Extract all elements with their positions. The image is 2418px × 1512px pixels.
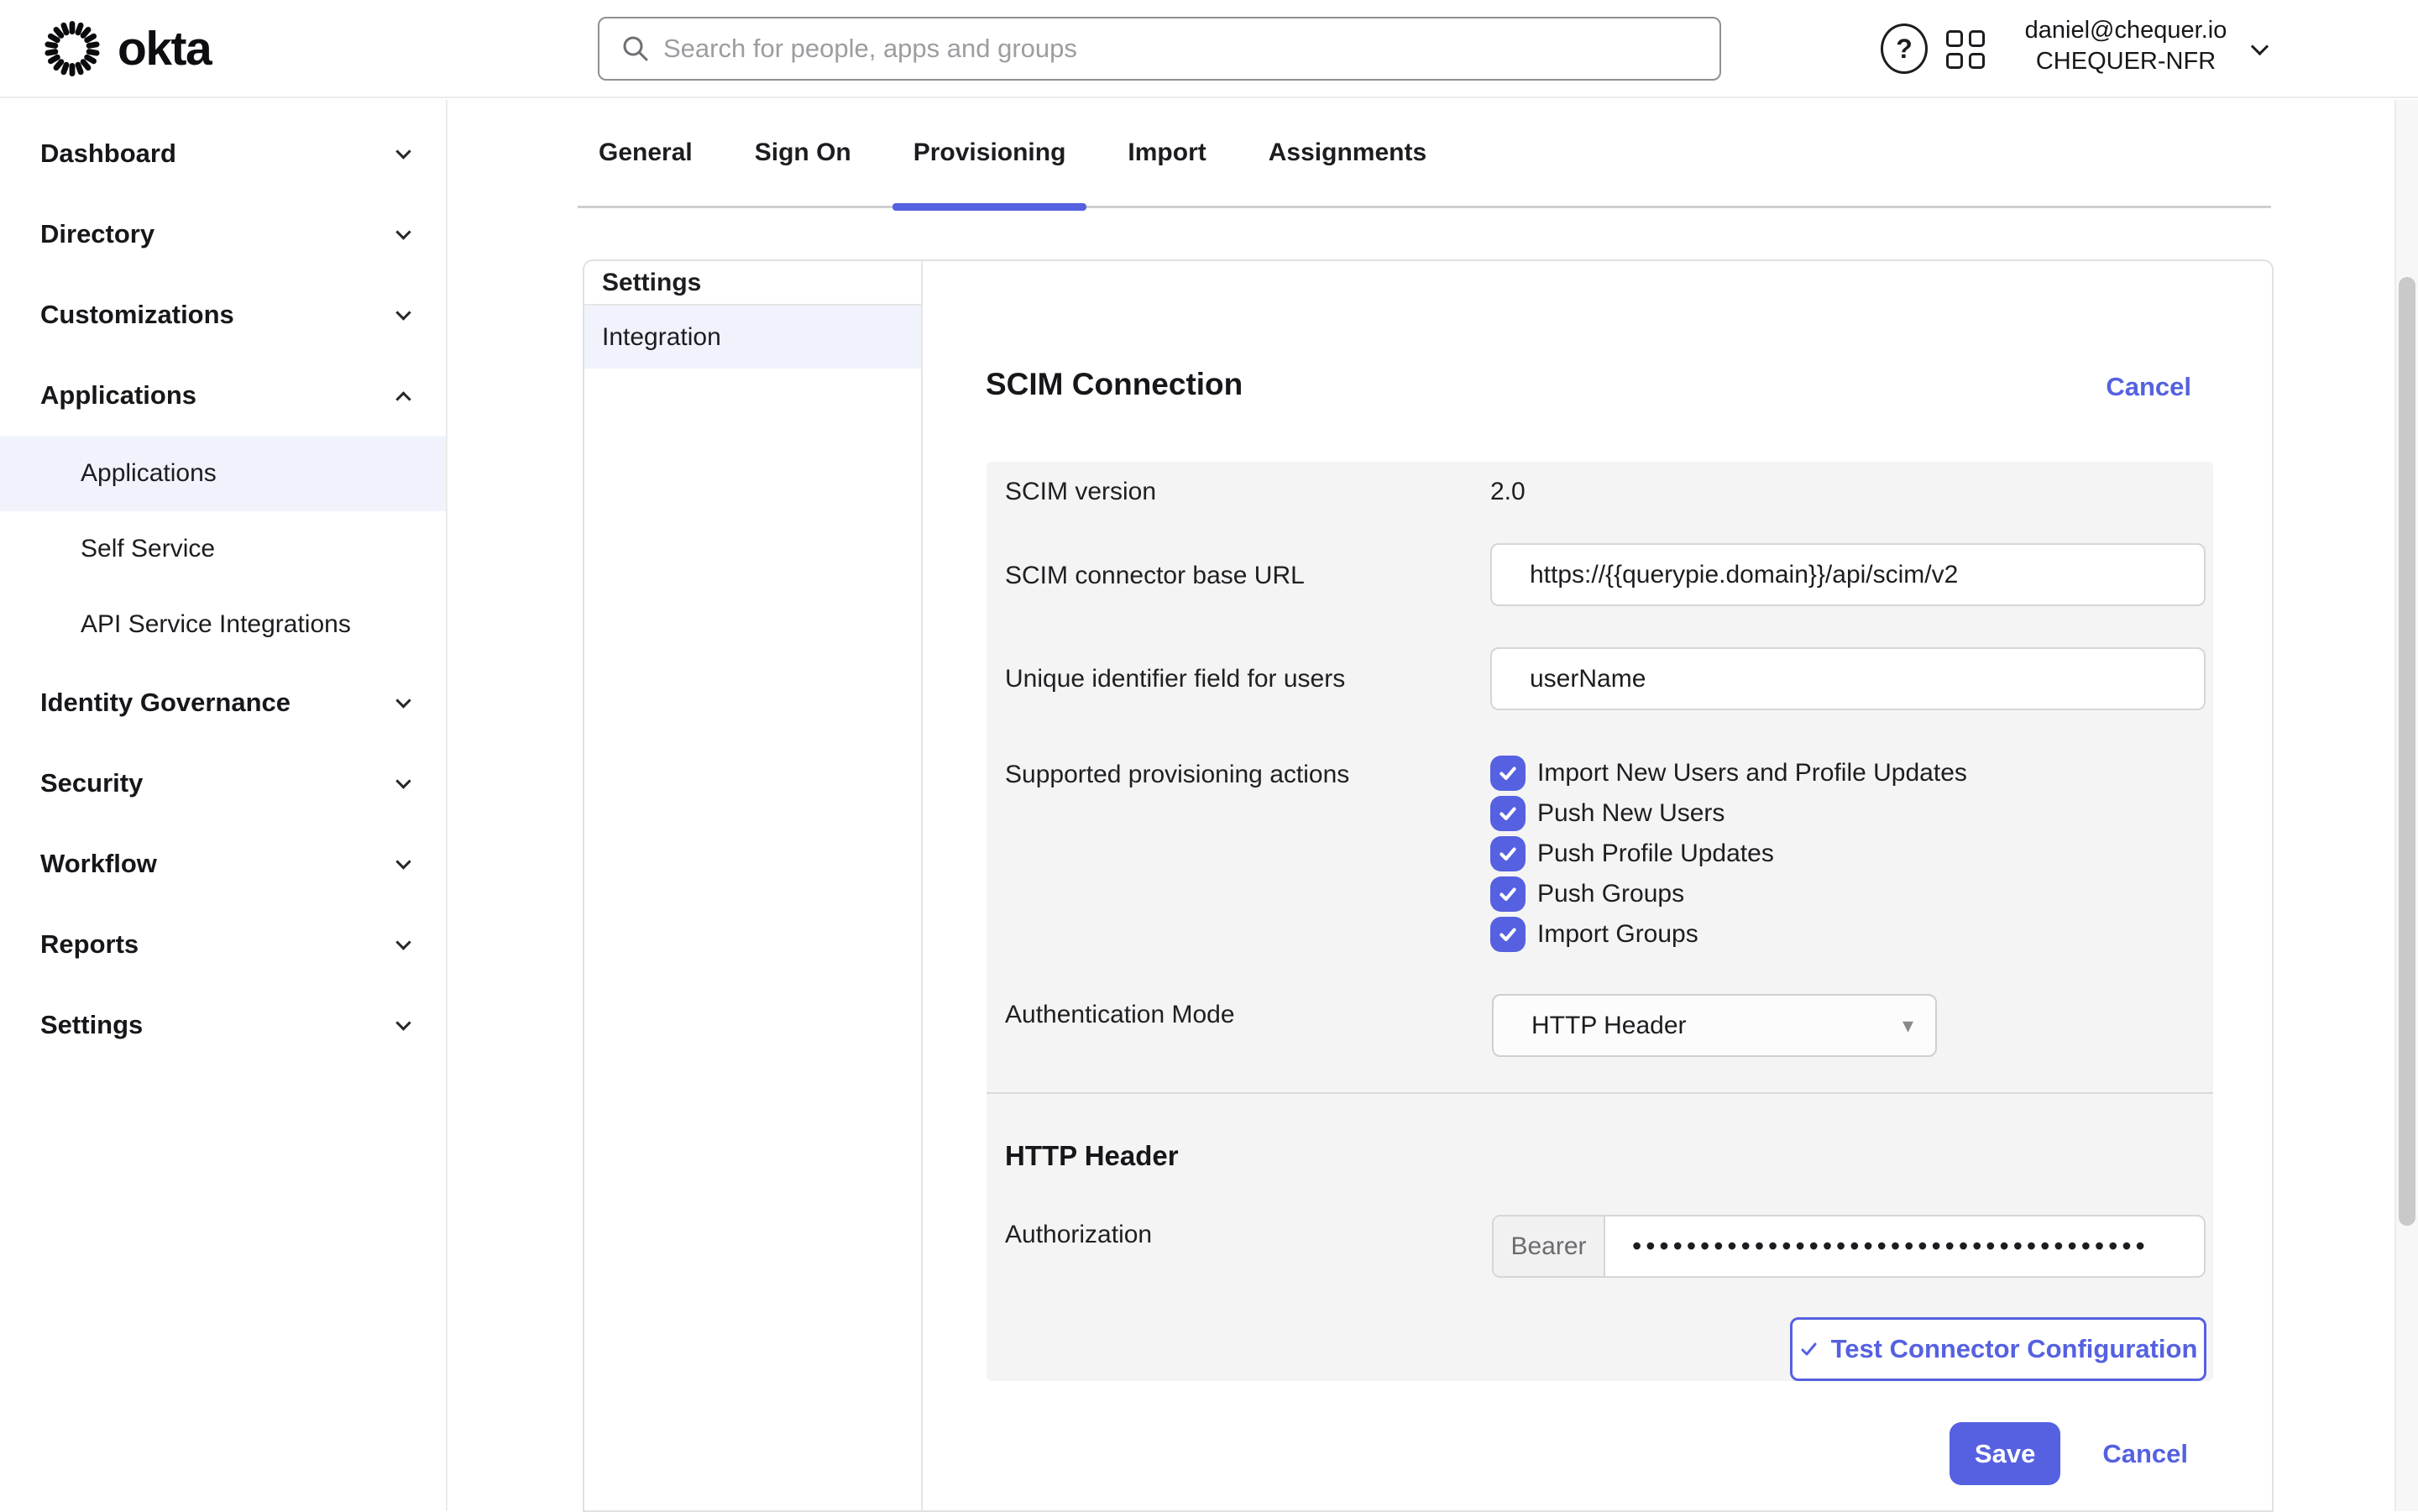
- cancel-link-top[interactable]: Cancel: [2106, 372, 2191, 402]
- search-input[interactable]: [663, 18, 1719, 79]
- okta-logo[interactable]: okta: [44, 20, 211, 77]
- form-body: SCIM version 2.0 SCIM connector base URL…: [987, 462, 2213, 1381]
- check-icon: [1497, 803, 1519, 824]
- base-url-input[interactable]: [1490, 543, 2206, 606]
- checkbox-row-push-groups: Push Groups: [1490, 876, 1684, 912]
- page-title: SCIM Connection: [986, 367, 1243, 402]
- chevron-down-icon: [395, 305, 411, 320]
- scrollbar-thumb[interactable]: [2399, 277, 2415, 1226]
- tab-sign-on[interactable]: Sign On: [734, 100, 872, 206]
- global-search[interactable]: [598, 17, 1721, 81]
- check-icon: [1497, 762, 1519, 784]
- sidebar-item-customizations[interactable]: Customizations: [0, 275, 446, 355]
- section-divider: [987, 1092, 2213, 1094]
- scim-version-label: SCIM version: [1005, 478, 1156, 506]
- auth-mode-label: Authentication Mode: [1005, 1001, 1235, 1029]
- chevron-up-icon: [395, 391, 411, 406]
- form-actions: Save Cancel: [1950, 1422, 2188, 1485]
- chevron-down-icon[interactable]: [2251, 38, 2269, 55]
- settings-panel-header: Settings: [584, 261, 921, 306]
- settings-side-panel: Settings Integration: [584, 261, 923, 1510]
- auth-mode-select[interactable]: HTTP Header ▾: [1492, 994, 1937, 1057]
- test-connector-configuration-button[interactable]: Test Connector Configuration: [1790, 1317, 2206, 1381]
- tab-provisioning[interactable]: Provisioning: [892, 100, 1087, 206]
- okta-logo-text: okta: [118, 21, 211, 76]
- sidebar-subitem-self-service[interactable]: Self Service: [0, 511, 446, 587]
- user-email: daniel@chequer.io: [2013, 15, 2238, 46]
- settings-panel-item-integration[interactable]: Integration: [584, 306, 921, 369]
- checkbox-row-import-groups: Import Groups: [1490, 917, 1698, 952]
- http-header-heading: HTTP Header: [1005, 1140, 1179, 1172]
- checkbox-row-push-profile-updates: Push Profile Updates: [1490, 836, 1774, 871]
- authorization-token-input[interactable]: [1605, 1216, 2204, 1276]
- checkbox-checked[interactable]: [1490, 756, 1526, 791]
- sidebar-item-reports[interactable]: Reports: [0, 904, 446, 985]
- cancel-link-bottom[interactable]: Cancel: [2102, 1439, 2188, 1469]
- sidebar-subitem-api-service-integrations[interactable]: API Service Integrations: [0, 587, 446, 662]
- save-button[interactable]: Save: [1950, 1422, 2060, 1485]
- apps-grid-icon[interactable]: [1946, 30, 1985, 69]
- search-icon: [621, 34, 650, 63]
- chevron-down-icon: [395, 224, 411, 239]
- base-url-label: SCIM connector base URL: [1005, 562, 1305, 590]
- check-icon: [1497, 883, 1519, 905]
- help-icon[interactable]: ?: [1881, 24, 1928, 74]
- authorization-label: Authorization: [1005, 1221, 1152, 1249]
- checkbox-row-push-new-users: Push New Users: [1490, 796, 1725, 831]
- sidebar-item-directory[interactable]: Directory: [0, 194, 446, 275]
- sidebar-item-dashboard[interactable]: Dashboard: [0, 113, 446, 194]
- checkbox-checked[interactable]: [1490, 796, 1526, 831]
- org-name: CHEQUER-NFR: [2013, 46, 2238, 77]
- chevron-down-icon: [395, 1015, 411, 1030]
- tab-general[interactable]: General: [578, 100, 714, 206]
- chevron-down-icon: [395, 934, 411, 950]
- tab-assignments[interactable]: Assignments: [1248, 100, 1447, 206]
- checkbox-checked[interactable]: [1490, 876, 1526, 912]
- chevron-down-icon: [395, 693, 411, 708]
- chevron-down-icon: [395, 773, 411, 788]
- check-icon: [1799, 1339, 1819, 1359]
- scim-connection-form: SCIM Connection Cancel SCIM version 2.0 …: [924, 261, 2272, 1510]
- check-icon: [1497, 923, 1519, 945]
- app-tabs: General Sign On Provisioning Import Assi…: [578, 100, 2271, 208]
- sidebar-item-workflow[interactable]: Workflow: [0, 824, 446, 904]
- provisioning-card: Settings Integration SCIM Connection Can…: [583, 259, 2274, 1512]
- okta-logo-icon: [44, 20, 101, 77]
- provisioning-actions-label: Supported provisioning actions: [1005, 761, 1349, 789]
- authorization-input-group: Bearer: [1492, 1215, 2206, 1278]
- checkbox-checked[interactable]: [1490, 917, 1526, 952]
- sidebar-item-applications[interactable]: Applications: [0, 355, 446, 436]
- sidebar: Dashboard Directory Customizations Appli…: [0, 100, 447, 1511]
- check-icon: [1497, 843, 1519, 865]
- chevron-down-icon: [395, 144, 411, 159]
- sidebar-item-security[interactable]: Security: [0, 743, 446, 824]
- account-menu[interactable]: daniel@chequer.io CHEQUER-NFR: [2013, 15, 2238, 77]
- page-scrollbar[interactable]: [2394, 100, 2418, 1511]
- bearer-prefix: Bearer: [1494, 1216, 1605, 1276]
- sidebar-item-identity-governance[interactable]: Identity Governance: [0, 662, 446, 743]
- top-bar: okta ? daniel@chequer.io CHEQUER-NFR: [0, 0, 2418, 98]
- scim-version-value: 2.0: [1490, 478, 1526, 506]
- unique-id-input[interactable]: [1490, 647, 2206, 710]
- sidebar-item-settings[interactable]: Settings: [0, 985, 446, 1065]
- sidebar-subitem-applications[interactable]: Applications: [0, 436, 446, 511]
- checkbox-checked[interactable]: [1490, 836, 1526, 871]
- unique-id-label: Unique identifier field for users: [1005, 665, 1345, 693]
- tab-import[interactable]: Import: [1107, 100, 1227, 206]
- checkbox-row-import-users: Import New Users and Profile Updates: [1490, 756, 1967, 791]
- dropdown-caret-icon: ▾: [1902, 1012, 1913, 1039]
- chevron-down-icon: [395, 854, 411, 869]
